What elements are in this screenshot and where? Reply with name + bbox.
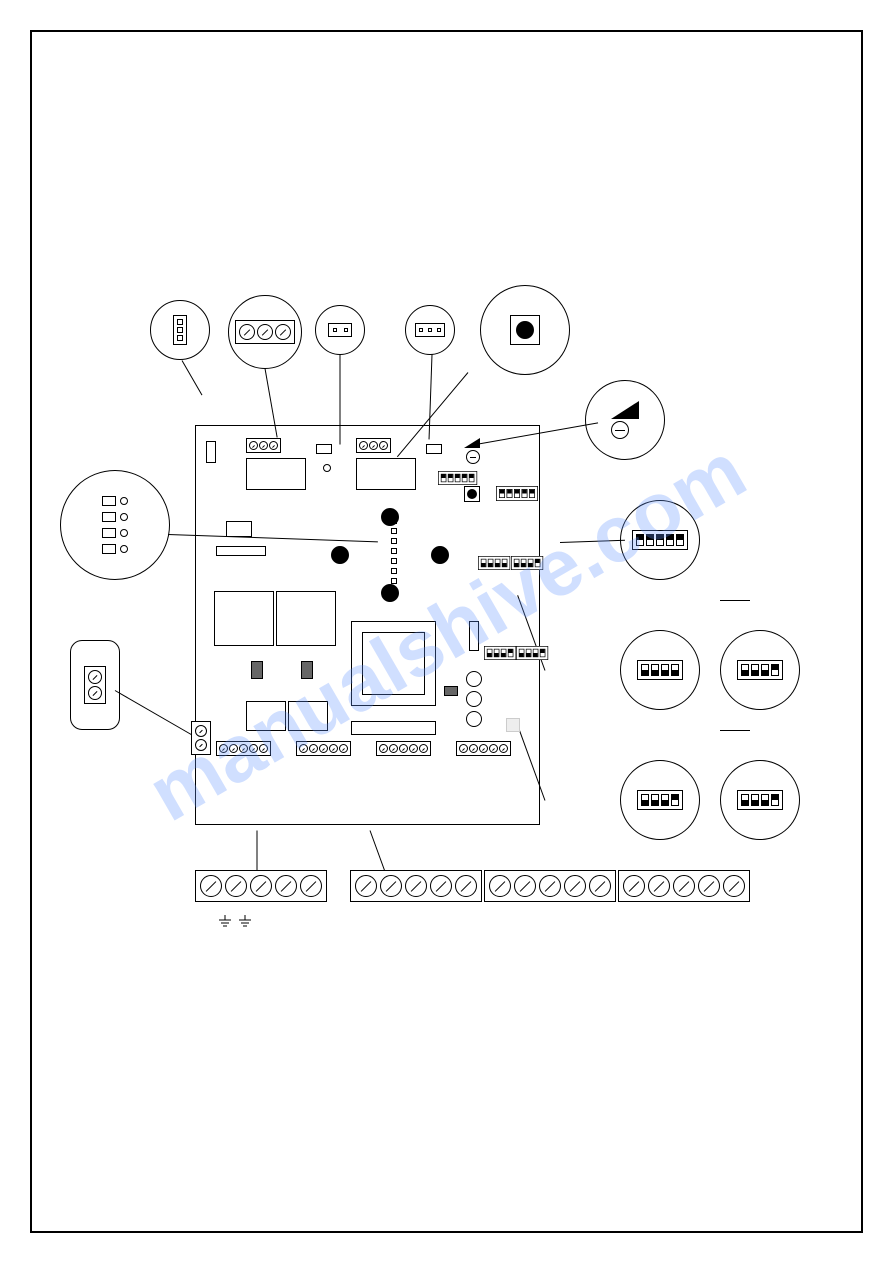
- callout-c9-right: [720, 760, 800, 840]
- rect-b1: [246, 701, 286, 731]
- divider-line: [720, 600, 750, 601]
- terminal-row-bottom: [216, 741, 271, 756]
- btn-2: [331, 546, 349, 564]
- callout-c10: [60, 470, 170, 580]
- terminal-row-bottom-3: [376, 741, 431, 756]
- callout-c5: [480, 285, 570, 375]
- callout-c8-left: [620, 630, 700, 710]
- relay-1: [246, 458, 306, 490]
- component-rect-2: [216, 546, 266, 556]
- btn-4: [381, 584, 399, 602]
- terminal-3-top-left: [246, 438, 281, 453]
- led-column: [391, 518, 397, 584]
- potentiometer: [466, 450, 480, 464]
- relay-2: [356, 458, 416, 490]
- cap-round-3: [466, 711, 482, 727]
- callout-c4: [405, 305, 455, 355]
- dip-5: [496, 486, 552, 506]
- ground-symbol-2: [238, 915, 252, 932]
- callout-c1: [150, 300, 210, 360]
- cap-round-1: [466, 671, 482, 687]
- btn-3: [431, 546, 449, 564]
- header-3pin: [426, 444, 442, 454]
- terminal-2-vert: [191, 721, 211, 755]
- pot-triangle: [464, 438, 480, 448]
- header-2pin-1: [316, 444, 332, 454]
- ic-2: [276, 591, 336, 646]
- callout-c11: [70, 640, 120, 730]
- terminal-row-bottom-4: [456, 741, 511, 756]
- terminal-3-top-right: [356, 438, 391, 453]
- callout-c7: [620, 500, 700, 580]
- header-vert-right: [469, 621, 479, 651]
- cap-3: [444, 686, 458, 696]
- main-ic: [351, 621, 436, 706]
- callout-c13: [350, 870, 750, 902]
- callout-c6: [585, 380, 665, 460]
- cap-round-2: [466, 691, 482, 707]
- callout-c9-left: [620, 760, 700, 840]
- hole: [323, 464, 331, 472]
- cap-1: [251, 661, 263, 679]
- callout-c2: [228, 295, 302, 369]
- pcb-board: [195, 425, 540, 825]
- header-3pin-vert: [206, 441, 216, 463]
- cap-2: [301, 661, 313, 679]
- push-button-sq: [464, 486, 480, 502]
- rect-b3: [351, 721, 436, 735]
- ic-1: [214, 591, 274, 646]
- rect-b2: [288, 701, 328, 731]
- terminal-row-bottom-2: [296, 741, 351, 756]
- dip-4-2: [511, 556, 557, 576]
- ground-symbol-1: [218, 915, 232, 932]
- callout-c12: [195, 870, 327, 902]
- callout-c3: [315, 305, 365, 355]
- divider-line-2: [720, 730, 750, 731]
- dip-4-4: [516, 646, 562, 666]
- component-rect-1: [226, 521, 252, 537]
- callout-c8-right: [720, 630, 800, 710]
- pad: [506, 718, 520, 732]
